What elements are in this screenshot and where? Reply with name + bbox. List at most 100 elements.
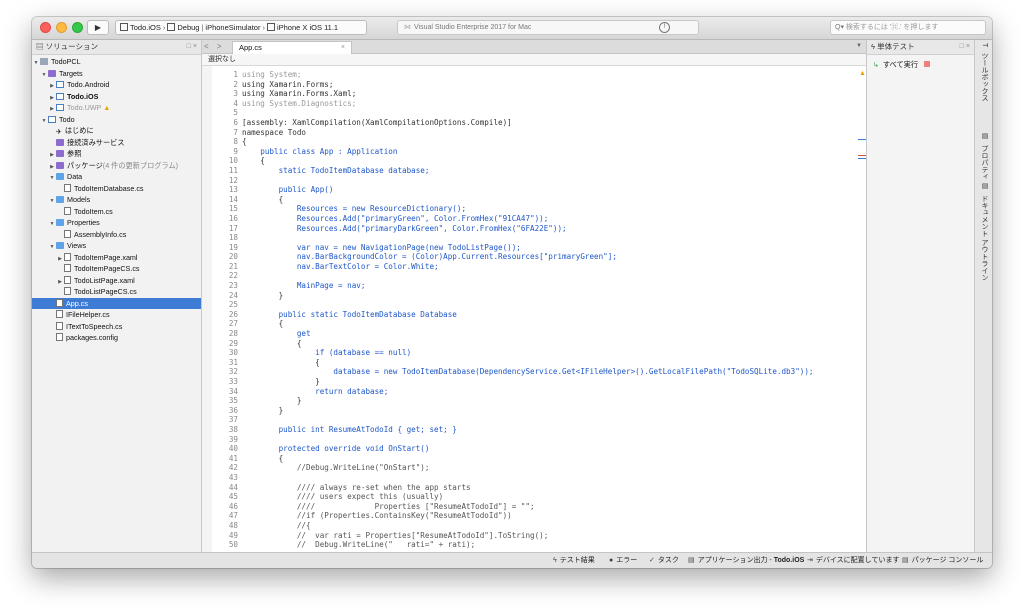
code-text[interactable]: public class App : Application [242, 147, 397, 156]
code-line[interactable]: 9 public class App : Application [212, 147, 813, 157]
code-text[interactable]: public static TodoItemDatabase Database [242, 310, 457, 319]
code-line[interactable]: 15 Resources = new ResourceDictionary(); [212, 204, 813, 214]
toolbox-tab[interactable]: T ツールボックス [979, 43, 989, 101]
code-line[interactable]: 41 { [212, 454, 813, 464]
solution-item[interactable]: App.cs [32, 297, 201, 309]
code-text[interactable]: get [242, 329, 311, 338]
config-target[interactable]: iPhoneSimulator [205, 23, 260, 32]
code-line[interactable]: 29 { [212, 339, 813, 349]
code-line[interactable]: 20 nav.BarBackgroundColor = (Color)App.C… [212, 252, 813, 262]
warning-icon[interactable]: ▲ [859, 70, 866, 77]
errors-button[interactable]: ● エラー [609, 553, 637, 568]
code-line[interactable]: 33 } [212, 377, 813, 387]
solution-item[interactable]: ✈ はじめに [32, 125, 201, 137]
code-line[interactable]: 50 // Debug.WriteLine(" rati=" + rati); [212, 540, 813, 550]
code-text[interactable]: public App() [242, 185, 334, 194]
close-window-button[interactable] [40, 22, 51, 33]
code-lines[interactable]: 1 using System; 2 using Xamarin.Forms; 3 usin… [212, 70, 814, 550]
code-text[interactable]: using System.Diagnostics; [242, 99, 356, 108]
code-text[interactable]: } [242, 377, 320, 386]
code-text[interactable]: //Debug.WriteLine("OnStart"); [242, 463, 430, 472]
code-line[interactable]: 34 return database; [212, 387, 813, 397]
code-line[interactable]: 44 //// always re-set when the app start… [212, 483, 813, 493]
config-build[interactable]: Debug [177, 23, 199, 32]
code-text[interactable]: using Xamarin.Forms.Xaml; [242, 89, 356, 98]
code-line[interactable]: 23 MainPage = nav; [212, 281, 813, 291]
code-text[interactable]: { [242, 195, 284, 204]
code-text[interactable]: using System; [242, 70, 301, 79]
solution-item[interactable]: ▼ Data [32, 171, 201, 183]
solution-item[interactable]: TodoItemPageCS.cs [32, 263, 201, 275]
overview-marker[interactable] [858, 139, 866, 140]
nav-arrows[interactable]: < > [204, 40, 225, 53]
code-line[interactable]: 5 [212, 108, 813, 118]
code-text[interactable]: } [242, 396, 302, 405]
code-text[interactable]: //{ [242, 521, 311, 530]
code-line[interactable]: 38 public int ResumeAtTodoId { get; set;… [212, 425, 813, 435]
code-line[interactable]: 1 using System; [212, 70, 813, 80]
code-line[interactable]: 45 //// users expect this (usually) [212, 492, 813, 502]
code-text[interactable]: //// users expect this (usually) [242, 492, 443, 501]
solution-item[interactable]: ▶ Todo.iOS [32, 91, 201, 103]
code-line[interactable]: 24 } [212, 291, 813, 301]
solution-item[interactable]: ▶ Todo.UWP ▲ [32, 102, 201, 114]
solution-item[interactable]: ▼ TodoPCL [32, 56, 201, 68]
code-line[interactable]: 22 [212, 271, 813, 281]
code-line[interactable]: 43 [212, 473, 813, 483]
package-console-button[interactable]: ▤ パッケージ コンソール [902, 553, 983, 568]
code-line[interactable]: 35 } [212, 396, 813, 406]
code-line[interactable]: 16 Resources.Add("primaryGreen", Color.F… [212, 214, 813, 224]
code-line[interactable]: 27 { [212, 319, 813, 329]
solution-item[interactable]: ▼ Models [32, 194, 201, 206]
code-line[interactable]: 46 //// Properties ["ResumeAtTodoId"] = … [212, 502, 813, 512]
code-line[interactable]: 39 [212, 435, 813, 445]
stop-icon[interactable] [924, 61, 931, 67]
code-line[interactable]: 47 //if (Properties.ContainsKey("ResumeA… [212, 511, 813, 521]
overview-marker[interactable] [858, 155, 866, 156]
properties-tab[interactable]: ▤ プロパティ [979, 132, 989, 180]
solution-item[interactable]: packages.config [32, 332, 201, 344]
code-text[interactable]: { [242, 319, 284, 328]
code-line[interactable]: 7 namespace Todo [212, 128, 813, 138]
code-line[interactable]: 36 } [212, 406, 813, 416]
tab-dropdown-icon[interactable]: ▼ [856, 40, 862, 53]
code-text[interactable]: { [242, 358, 320, 367]
minimize-window-button[interactable] [56, 22, 67, 33]
code-line[interactable]: 2 using Xamarin.Forms; [212, 80, 813, 90]
run-button[interactable]: ▶ [87, 20, 109, 35]
code-line[interactable]: 48 //{ [212, 521, 813, 531]
solution-item[interactable]: AssemblyInfo.cs [32, 229, 201, 241]
document-outline-tab[interactable]: ▤ ドキュメント アウトライン [979, 182, 989, 281]
code-line[interactable]: 26 public static TodoItemDatabase Databa… [212, 310, 813, 320]
solution-item[interactable]: ▼ Todo [32, 114, 201, 126]
pad-controls[interactable]: □ × [187, 40, 197, 54]
code-line[interactable]: 21 nav.BarTextColor = Color.White; [212, 262, 813, 272]
code-line[interactable]: 19 var nav = new NavigationPage(new Todo… [212, 243, 813, 253]
code-line[interactable]: 28 get [212, 329, 813, 339]
code-line[interactable]: 3 using Xamarin.Forms.Xaml; [212, 89, 813, 99]
code-line[interactable]: 6 [assembly: XamlCompilation(XamlCompilat… [212, 118, 813, 128]
code-text[interactable]: using Xamarin.Forms; [242, 80, 333, 89]
code-line[interactable]: 49 // var rati = Properties["ResumeAtTod… [212, 531, 813, 541]
code-text[interactable]: var nav = new NavigationPage(new TodoLis… [242, 243, 521, 252]
code-text[interactable]: } [242, 406, 284, 415]
solution-item[interactable]: TodoItem.cs [32, 206, 201, 218]
code-line[interactable]: 4 using System.Diagnostics; [212, 99, 813, 109]
solution-item[interactable]: IFileHelper.cs [32, 309, 201, 321]
solution-item[interactable]: ▶ TodoListPage.xaml [32, 275, 201, 287]
code-text[interactable]: Resources.Add("primaryGreen", Color.From… [242, 214, 548, 223]
code-text[interactable]: //// always re-set when the app starts [242, 483, 471, 492]
code-text[interactable]: Resources = new ResourceDictionary(); [242, 204, 466, 213]
code-text[interactable]: [assembly: XamlCompilation(XamlCompilati… [242, 118, 512, 127]
code-editor[interactable]: 1 using System; 2 using Xamarin.Forms; 3 usin… [202, 66, 866, 552]
code-text[interactable]: //// Properties ["ResumeAtTodoId"] = ""; [242, 502, 535, 511]
code-text[interactable]: { [242, 156, 265, 165]
tab-app-cs[interactable]: App.cs × [232, 41, 352, 54]
app-output-button[interactable]: ▤ アプリケーション出力 - Todo.iOS [688, 553, 804, 568]
solution-item[interactable]: ITextToSpeech.cs [32, 321, 201, 333]
code-line[interactable]: 18 [212, 233, 813, 243]
config-device[interactable]: iPhone X iOS 11.1 [277, 23, 338, 32]
code-line[interactable]: 31 { [212, 358, 813, 368]
run-all-button[interactable]: ↳ すべて実行 [867, 55, 974, 70]
code-line[interactable]: 14 { [212, 195, 813, 205]
